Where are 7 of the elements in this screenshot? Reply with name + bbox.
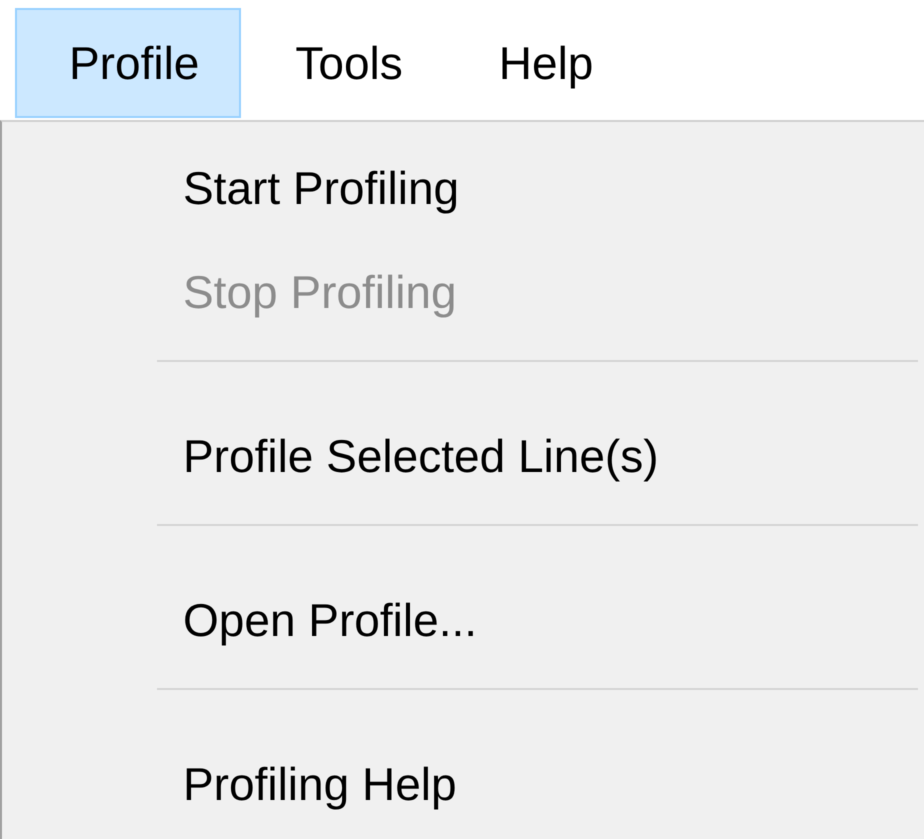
menu-bar-item[interactable]: Profile [15, 8, 242, 118]
menu-item[interactable]: Open Profile... [2, 568, 924, 672]
menu-item[interactable]: Start Profiling [2, 136, 924, 240]
menu-bar-item[interactable]: Tools [241, 8, 445, 118]
menu-item[interactable]: Profile Selected Line(s) [2, 404, 924, 508]
menu-item[interactable]: Profiling Help [2, 732, 924, 836]
menu-bar-item[interactable]: Help [444, 8, 636, 118]
